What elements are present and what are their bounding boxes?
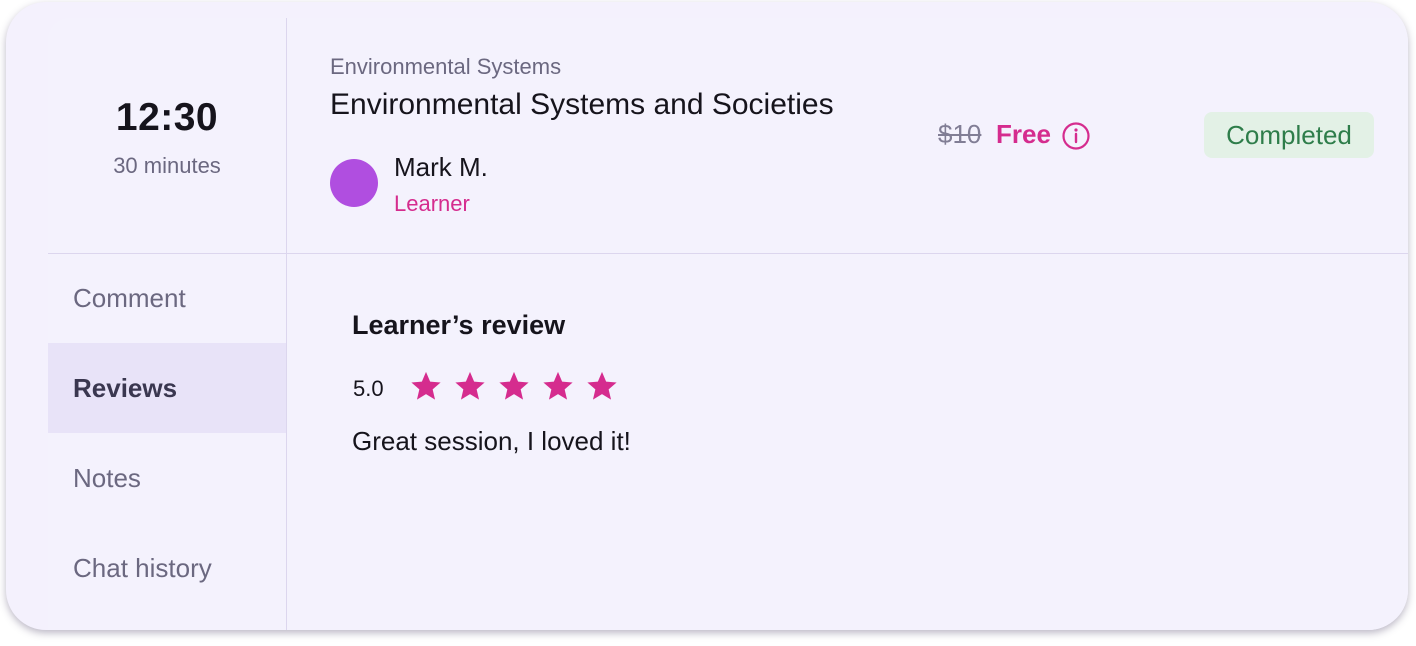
vertical-divider [286,18,287,630]
info-circle-icon[interactable] [1061,121,1091,151]
star-icon [411,371,441,400]
session-time-block: 12:30 30 minutes [48,18,286,253]
learner-name: Mark M. [394,152,488,182]
session-card: 12:30 30 minutes Environmental Systems E… [6,2,1408,630]
star-rating [408,368,620,408]
star-icon [499,371,529,400]
session-title: Environmental Systems and Societies [330,88,834,121]
star-icon [587,371,617,400]
session-duration: 30 minutes [113,153,221,178]
learner-role: Learner [394,191,470,216]
sidebar-item-comment[interactable]: Comment [48,253,286,343]
sidebar-item-notes[interactable]: Notes [48,433,286,523]
avatar [330,159,378,207]
star-icon [455,371,485,400]
review-text: Great session, I loved it! [352,426,631,456]
session-subject: Environmental Systems [330,54,562,79]
original-price: $10 [938,119,982,149]
current-price: Free [996,119,1051,149]
sidebar-item-chat-history[interactable]: Chat history [48,523,286,613]
rating-value: 5.0 [353,376,384,401]
status-badge: Completed [1204,112,1374,158]
star-icon [543,371,573,400]
sidebar-item-reviews[interactable]: Reviews [48,343,286,433]
session-time: 12:30 [115,96,219,139]
review-heading: Learner’s review [352,310,566,340]
